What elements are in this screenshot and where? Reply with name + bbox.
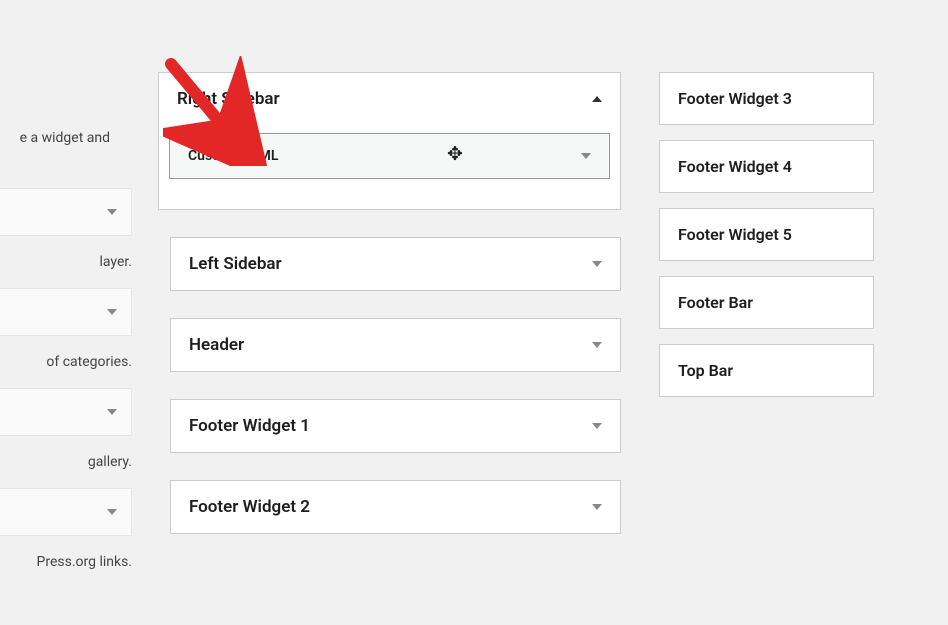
area-header[interactable]: Footer Widget 1 — [171, 400, 620, 452]
available-widgets-column: layer. of categories. gallery. Press.org… — [0, 0, 132, 588]
widget-custom-html[interactable]: Custom HTML — [169, 133, 610, 179]
area-body: Custom HTML — [159, 125, 620, 209]
widget-area-right-sidebar: Right Sidebar Custom HTML — [158, 72, 621, 210]
widget-title: Custom HTML — [188, 148, 278, 164]
widget-areas-column: Right Sidebar Custom HTML Left Sidebar H… — [170, 0, 621, 561]
partial-description-text: e a widget and — [0, 130, 110, 146]
chevron-down-icon — [592, 261, 602, 267]
widget-areas-column-2: Footer Widget 3 Footer Widget 4 Footer W… — [659, 0, 874, 412]
partial-widget-item[interactable] — [0, 188, 132, 236]
chevron-down-icon — [592, 504, 602, 510]
widget-area-top-bar[interactable]: Top Bar — [659, 344, 874, 397]
chevron-up-icon — [592, 96, 602, 102]
area-header[interactable]: Footer Widget 2 — [171, 481, 620, 533]
widget-area-footer-widget-3[interactable]: Footer Widget 3 — [659, 72, 874, 125]
partial-description-text: of categories. — [0, 354, 132, 370]
widget-area-footer-widget-4[interactable]: Footer Widget 4 — [659, 140, 874, 193]
partial-description-text: gallery. — [0, 454, 132, 470]
chevron-down-icon — [581, 153, 591, 159]
area-header[interactable]: Right Sidebar — [159, 73, 620, 125]
chevron-down-icon — [107, 209, 117, 215]
area-header[interactable]: Header — [171, 319, 620, 371]
widget-area-footer-widget-1: Footer Widget 1 — [170, 399, 621, 453]
chevron-down-icon — [592, 423, 602, 429]
widget-area-left-sidebar: Left Sidebar — [170, 237, 621, 291]
area-title: Header — [189, 335, 244, 355]
widget-area-footer-widget-5[interactable]: Footer Widget 5 — [659, 208, 874, 261]
partial-description-text: Press.org links. — [0, 554, 132, 570]
widget-area-footer-bar[interactable]: Footer Bar — [659, 276, 874, 329]
chevron-down-icon — [107, 509, 117, 515]
chevron-down-icon — [592, 342, 602, 348]
partial-widget-item[interactable] — [0, 488, 132, 536]
widget-area-footer-widget-2: Footer Widget 2 — [170, 480, 621, 534]
partial-widget-item[interactable] — [0, 288, 132, 336]
chevron-down-icon — [107, 409, 117, 415]
partial-widget-item[interactable] — [0, 388, 132, 436]
area-title: Left Sidebar — [189, 254, 282, 274]
chevron-down-icon — [107, 309, 117, 315]
area-title: Right Sidebar — [177, 89, 280, 109]
widget-area-header: Header — [170, 318, 621, 372]
area-title: Footer Widget 1 — [189, 416, 310, 436]
area-title: Footer Widget 2 — [189, 497, 310, 517]
area-header[interactable]: Left Sidebar — [171, 238, 620, 290]
partial-description-text: layer. — [0, 254, 132, 270]
